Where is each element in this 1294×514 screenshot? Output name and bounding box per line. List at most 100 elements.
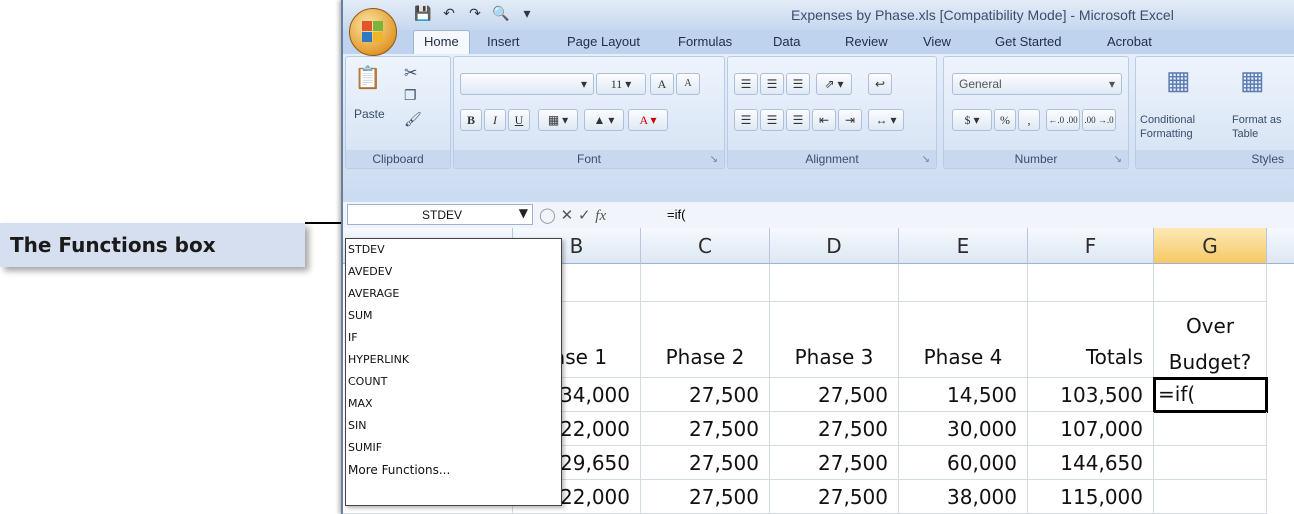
function-item-count[interactable]: COUNT bbox=[346, 371, 561, 393]
tab-formulas[interactable]: Formulas bbox=[678, 34, 732, 49]
undo-icon[interactable]: ↶ bbox=[439, 6, 459, 22]
data-cell[interactable]: 103,500 bbox=[1028, 378, 1154, 412]
shrink-font-button[interactable]: A bbox=[676, 73, 700, 95]
data-cell[interactable]: 27,500 bbox=[770, 446, 899, 480]
decrease-indent-button[interactable]: ⇤ bbox=[812, 109, 836, 131]
grow-font-button[interactable]: A bbox=[650, 73, 674, 95]
increase-indent-button[interactable]: ⇥ bbox=[838, 109, 862, 131]
orientation-button[interactable]: ⇗ ▾ bbox=[816, 73, 852, 95]
borders-button[interactable]: ▦ ▾ bbox=[538, 109, 578, 131]
cell[interactable] bbox=[770, 264, 899, 302]
customize-qat-icon[interactable]: ▾ bbox=[517, 6, 537, 22]
format-painter-icon[interactable]: 🖌 bbox=[404, 111, 422, 128]
align-left-button[interactable]: ☰ bbox=[734, 109, 758, 131]
font-size-select[interactable]: 11 ▾ bbox=[596, 73, 646, 95]
data-cell[interactable]: 27,500 bbox=[641, 446, 770, 480]
percent-button[interactable]: % bbox=[994, 109, 1016, 131]
function-item-sumif[interactable]: SUMIF bbox=[346, 437, 561, 459]
underline-button[interactable]: U bbox=[508, 109, 530, 131]
increase-decimal-button[interactable]: ←.0 .00 bbox=[1046, 109, 1080, 131]
data-cell[interactable]: 27,500 bbox=[770, 412, 899, 446]
insert-function-icon[interactable]: fx bbox=[595, 208, 606, 224]
function-item-avedev[interactable]: AVEDEV bbox=[346, 261, 561, 283]
data-cell[interactable]: 38,000 bbox=[899, 480, 1028, 514]
data-cell[interactable]: 27,500 bbox=[770, 480, 899, 514]
header-cell-totals[interactable]: Totals bbox=[1028, 302, 1154, 378]
cell[interactable] bbox=[1028, 264, 1154, 302]
font-color-button[interactable]: A ▾ bbox=[628, 109, 668, 131]
cell[interactable] bbox=[641, 264, 770, 302]
tab-insert[interactable]: Insert bbox=[487, 34, 520, 49]
currency-button[interactable]: $ ▾ bbox=[952, 109, 992, 131]
conditional-formatting-icon[interactable]: ▦ bbox=[1166, 65, 1191, 96]
align-bottom-button[interactable]: ☰ bbox=[786, 73, 810, 95]
paste-button[interactable]: Paste bbox=[354, 107, 385, 121]
data-cell[interactable]: 27,500 bbox=[641, 378, 770, 412]
conditional-formatting-button[interactable]: Conditional Formatting bbox=[1140, 113, 1218, 141]
align-center-button[interactable]: ☰ bbox=[760, 109, 784, 131]
tab-review[interactable]: Review bbox=[845, 34, 888, 49]
data-cell[interactable]: 27,500 bbox=[641, 480, 770, 514]
align-right-button[interactable]: ☰ bbox=[786, 109, 810, 131]
print-preview-icon[interactable]: 🔍 bbox=[491, 6, 511, 22]
chevron-down-icon[interactable]: ▼ bbox=[519, 206, 528, 220]
data-cell[interactable] bbox=[1154, 480, 1267, 514]
more-functions-item[interactable]: More Functions... bbox=[346, 459, 561, 481]
function-item-if[interactable]: IF bbox=[346, 327, 561, 349]
number-launcher-icon[interactable]: ↘ bbox=[1114, 154, 1122, 165]
data-cell[interactable]: 27,500 bbox=[641, 412, 770, 446]
comma-button[interactable]: , bbox=[1018, 109, 1040, 131]
wrap-text-button[interactable]: ↩ bbox=[868, 73, 892, 95]
data-cell[interactable] bbox=[1154, 446, 1267, 480]
fill-color-button[interactable]: ▲ ▾ bbox=[584, 109, 624, 131]
column-header-f[interactable]: F bbox=[1028, 228, 1154, 264]
italic-button[interactable]: I bbox=[484, 109, 506, 131]
formula-input[interactable]: =if( bbox=[667, 207, 685, 222]
cell[interactable] bbox=[899, 264, 1028, 302]
tab-acrobat[interactable]: Acrobat bbox=[1107, 34, 1152, 49]
font-launcher-icon[interactable]: ↘ bbox=[710, 154, 718, 165]
header-cell-phase2[interactable]: Phase 2 bbox=[641, 302, 770, 378]
function-item-average[interactable]: AVERAGE bbox=[346, 283, 561, 305]
header-cell-phase3[interactable]: Phase 3 bbox=[770, 302, 899, 378]
header-cell-over-budget[interactable]: Over Budget? bbox=[1154, 302, 1267, 378]
function-item-max[interactable]: MAX bbox=[346, 393, 561, 415]
cut-icon[interactable]: ✂ bbox=[404, 63, 417, 83]
save-icon[interactable]: 💾 bbox=[413, 6, 433, 22]
data-cell[interactable]: 60,000 bbox=[899, 446, 1028, 480]
decrease-decimal-button[interactable]: .00 →.0 bbox=[1082, 109, 1116, 131]
redo-icon[interactable]: ↷ bbox=[465, 6, 485, 22]
format-as-table-icon[interactable]: ▦ bbox=[1240, 65, 1265, 96]
enter-icon[interactable]: ✓ bbox=[578, 206, 591, 224]
cancel-icon[interactable]: ✕ bbox=[561, 206, 574, 224]
data-cell[interactable] bbox=[1154, 412, 1267, 446]
merge-center-button[interactable]: ↔ ▾ bbox=[868, 109, 904, 131]
column-header-d[interactable]: D bbox=[770, 228, 899, 264]
data-cell[interactable]: 115,000 bbox=[1028, 480, 1154, 514]
cell[interactable] bbox=[1154, 264, 1267, 302]
column-header-h[interactable] bbox=[1267, 228, 1294, 264]
align-middle-button[interactable]: ☰ bbox=[760, 73, 784, 95]
expand-icon[interactable]: ◯ bbox=[539, 206, 556, 224]
align-top-button[interactable]: ☰ bbox=[734, 73, 758, 95]
tab-view[interactable]: View bbox=[923, 34, 951, 49]
bold-button[interactable]: B bbox=[460, 109, 482, 131]
tab-home[interactable]: Home bbox=[413, 30, 470, 54]
data-cell[interactable]: 27,500 bbox=[770, 378, 899, 412]
alignment-launcher-icon[interactable]: ↘ bbox=[922, 154, 930, 165]
column-header-g[interactable]: G bbox=[1154, 228, 1267, 264]
copy-icon[interactable]: ❐ bbox=[404, 87, 417, 104]
column-header-c[interactable]: C bbox=[641, 228, 770, 264]
paste-icon[interactable]: 📋 bbox=[354, 65, 381, 91]
column-header-e[interactable]: E bbox=[899, 228, 1028, 264]
function-item-stdev[interactable]: STDEV bbox=[346, 239, 561, 261]
function-item-sum[interactable]: SUM bbox=[346, 305, 561, 327]
data-cell[interactable]: 144,650 bbox=[1028, 446, 1154, 480]
function-item-sin[interactable]: SIN bbox=[346, 415, 561, 437]
font-name-select[interactable]: ▾ bbox=[460, 73, 594, 95]
format-as-table-button[interactable]: Format as Table bbox=[1232, 113, 1294, 141]
header-cell-phase4[interactable]: Phase 4 bbox=[899, 302, 1028, 378]
data-cell[interactable]: 14,500 bbox=[899, 378, 1028, 412]
active-cell-g[interactable]: =if( bbox=[1153, 377, 1268, 413]
data-cell[interactable]: 30,000 bbox=[899, 412, 1028, 446]
